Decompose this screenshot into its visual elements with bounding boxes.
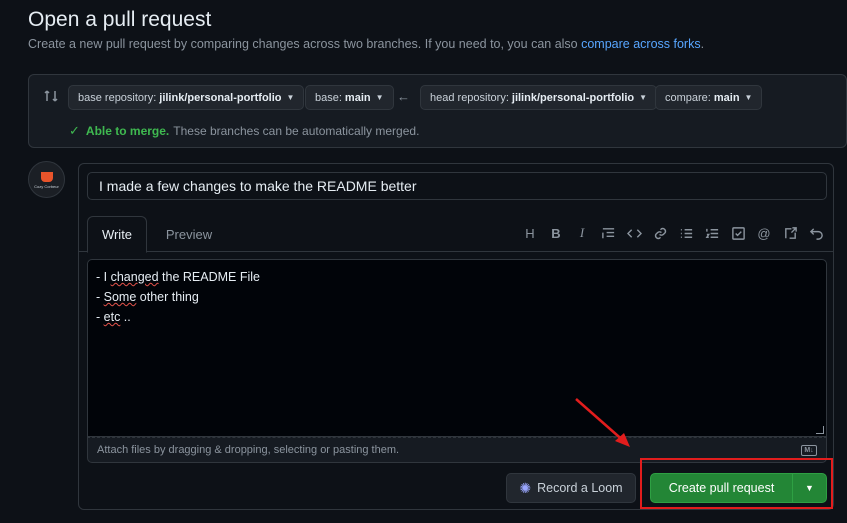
body-line: - etc ..	[96, 307, 818, 327]
record-loom-button[interactable]: ✺ Record a Loom	[506, 473, 636, 503]
check-icon: ✓	[69, 123, 80, 138]
unordered-list-icon[interactable]	[677, 224, 695, 242]
base-branch-select[interactable]: base: main ▼	[305, 85, 394, 110]
subtitle-text: Create a new pull request by comparing c…	[28, 37, 578, 51]
code-icon[interactable]	[625, 224, 643, 242]
caret-down-icon: ▼	[639, 93, 648, 102]
head-repository-select[interactable]: head repository: jilink/personal-portfol…	[420, 85, 658, 110]
body-line: - I changed the README File	[96, 267, 818, 287]
body-line-text: other thing	[136, 290, 199, 304]
description-textarea[interactable]: - I changed the README File - Some other…	[87, 259, 827, 437]
mention-icon[interactable]: @	[755, 224, 773, 242]
body-line-text: - I	[96, 270, 111, 284]
tab-write[interactable]: Write	[87, 216, 147, 253]
annotation-arrow	[575, 398, 630, 447]
create-pull-request-button[interactable]: Create pull request ▼	[650, 473, 827, 503]
compare-box: base repository: jilink/personal-portfol…	[28, 74, 847, 148]
spellcheck-word: etc	[103, 310, 121, 324]
merge-message: These branches can be automatically merg…	[173, 124, 420, 138]
head-repo-value: jilink/personal-portfolio	[511, 91, 635, 104]
markdown-toolbar: H B I @	[521, 224, 825, 242]
editor-tab-bar: Write Preview H B I @	[79, 216, 833, 253]
base-repo-label: base repository:	[78, 91, 157, 104]
caret-down-icon[interactable]: ▼	[792, 474, 826, 502]
create-pull-request-label: Create pull request	[668, 481, 775, 495]
italic-icon[interactable]: I	[573, 224, 591, 242]
compare-label: compare:	[665, 91, 711, 104]
arrow-left-icon: ←	[397, 89, 410, 104]
attach-files-bar[interactable]: Attach files by dragging & dropping, sel…	[87, 437, 827, 463]
tab-preview[interactable]: Preview	[155, 216, 223, 252]
avatar-text: Cozy Corbeur	[34, 184, 59, 189]
resize-handle[interactable]	[816, 426, 824, 434]
avatar: Cozy Corbeur	[28, 161, 65, 198]
spellcheck-word: Some	[103, 290, 137, 304]
merge-ok-text: Able to merge.	[85, 124, 170, 138]
base-repository-select[interactable]: base repository: jilink/personal-portfol…	[68, 85, 305, 110]
bold-icon[interactable]: B	[547, 224, 565, 242]
spellcheck-word: changed	[110, 270, 159, 284]
compare-icon	[44, 90, 58, 102]
body-line-text: -	[96, 290, 104, 304]
body-line: - Some other thing	[96, 287, 818, 307]
reference-icon[interactable]	[781, 224, 799, 242]
compare-across-forks-link[interactable]: compare across forks	[581, 37, 700, 51]
markdown-icon: M↓	[801, 444, 817, 456]
pull-request-form: Write Preview H B I @ - I changed the RE…	[78, 163, 834, 510]
merge-status: ✓ Able to merge. These branches can be a…	[69, 123, 419, 139]
body-line-text: ..	[120, 310, 131, 324]
body-line-text: the README File	[158, 270, 260, 284]
task-list-icon[interactable]	[729, 224, 747, 242]
heading-icon[interactable]: H	[521, 224, 539, 242]
caret-down-icon: ▼	[286, 93, 295, 102]
cup-icon	[40, 172, 53, 182]
subtitle-end: .	[700, 37, 705, 51]
link-icon[interactable]	[651, 224, 669, 242]
compare-value: main	[713, 91, 740, 104]
title-input[interactable]	[87, 172, 827, 200]
page-title: Open a pull request	[28, 8, 212, 31]
head-repo-label: head repository:	[430, 91, 509, 104]
body-line-text: -	[96, 310, 104, 324]
undo-icon[interactable]	[807, 224, 825, 242]
base-value: main	[344, 91, 371, 104]
caret-down-icon: ▼	[375, 93, 384, 102]
record-loom-label: Record a Loom	[537, 481, 623, 495]
loom-icon: ✺	[519, 479, 532, 496]
attach-files-text: Attach files by dragging & dropping, sel…	[97, 444, 400, 456]
quote-icon[interactable]	[599, 224, 617, 242]
caret-down-icon: ▼	[744, 93, 753, 102]
compare-branch-select[interactable]: compare: main ▼	[655, 85, 763, 110]
base-label: base:	[315, 91, 342, 104]
ordered-list-icon[interactable]	[703, 224, 721, 242]
page-subtitle: Create a new pull request by comparing c…	[28, 37, 704, 51]
base-repo-value: jilink/personal-portfolio	[159, 91, 282, 104]
